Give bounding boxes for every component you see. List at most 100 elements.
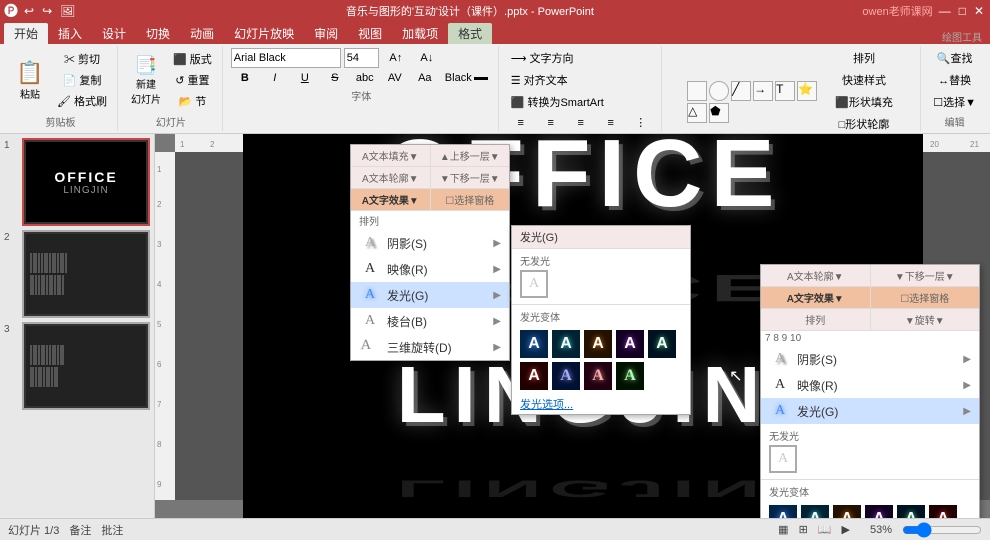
shape-line[interactable]: ╱ — [731, 81, 751, 101]
find-btn[interactable]: 🔍查找 — [929, 48, 980, 68]
glow-cyan[interactable]: A — [552, 330, 580, 358]
arrange-btn[interactable]: 排列 — [831, 48, 897, 68]
glow-options-link[interactable]: 发光选项... — [512, 394, 690, 414]
align-left-btn[interactable]: ≡ — [507, 114, 535, 131]
tab-view[interactable]: 视图 — [348, 23, 392, 44]
cut-btn[interactable]: ✂ 剪切 — [53, 49, 111, 69]
tab-transition[interactable]: 切换 — [136, 23, 180, 44]
select-pane-header[interactable]: ☐选择窗格 — [430, 189, 510, 210]
decrease-font-btn[interactable]: A↓ — [413, 50, 441, 66]
tab-format[interactable]: 格式 — [448, 23, 492, 44]
right-glow-blue[interactable]: A — [769, 505, 797, 518]
text-effects-header[interactable]: A文字效果▼ — [351, 189, 430, 210]
right-shadow-item[interactable]: A 阴影(S) ▶ — [761, 346, 979, 372]
glow-lightblue[interactable]: A — [552, 362, 580, 390]
right-rotate2-header[interactable]: ▼旋转▼ — [870, 309, 980, 330]
copy-btn[interactable]: 📄 复制 — [53, 70, 111, 90]
glow-red[interactable]: A — [520, 362, 548, 390]
maximize-btn[interactable]: □ — [957, 4, 968, 18]
charspace-btn[interactable]: AV — [381, 70, 409, 86]
tab-addins[interactable]: 加载项 — [392, 23, 448, 44]
increase-font-btn[interactable]: A↑ — [382, 50, 410, 66]
glow-green[interactable]: A — [648, 330, 676, 358]
qa-redo[interactable]: ↪ — [40, 4, 54, 18]
format-painter-btn[interactable]: 🖌 格式刷 — [53, 91, 111, 111]
font-name-input[interactable] — [231, 48, 341, 68]
bold-btn[interactable]: B — [231, 70, 259, 86]
view-reading[interactable]: 📖 — [818, 523, 832, 536]
comments-btn[interactable]: 批注 — [101, 522, 123, 538]
tab-slideshow[interactable]: 幻灯片放映 — [224, 23, 304, 44]
right-glow-orange[interactable]: A — [833, 505, 861, 518]
shape-rect[interactable] — [687, 81, 707, 101]
qa-btn3[interactable]: 🖼 — [58, 4, 77, 18]
smartart-btn[interactable]: ⬛ 转换为SmartArt — [507, 92, 608, 112]
3d-rotation-item[interactable]: A 三维旋转(D) ▶ — [351, 334, 509, 360]
new-slide-btn[interactable]: 📑 新建幻灯片 — [126, 52, 166, 109]
qa-undo[interactable]: ↩ — [22, 4, 36, 18]
text-direction-btn[interactable]: ⟶ 文字方向 — [507, 48, 578, 68]
right-no-glow-box[interactable]: A — [769, 445, 797, 473]
case-btn[interactable]: Aa — [411, 70, 439, 86]
glow-orange[interactable]: A — [584, 330, 612, 358]
view-sorter[interactable]: ⊞ — [799, 523, 808, 536]
shape-ellipse[interactable] — [709, 81, 729, 101]
right-rotate-header[interactable]: 排列 — [761, 309, 870, 330]
glow-blue[interactable]: A — [520, 330, 548, 358]
notes-btn[interactable]: 备注 — [69, 522, 91, 538]
bevel-item[interactable]: A 棱台(B) ▶ — [351, 308, 509, 334]
glow-lightgreen[interactable]: A — [616, 362, 644, 390]
reflection-item[interactable]: A 映像(R) ▶ — [351, 256, 509, 282]
view-normal[interactable]: ▦ — [778, 523, 788, 536]
slide-thumb-3[interactable] — [22, 322, 150, 410]
quick-styles-btn[interactable]: 快速样式 — [831, 70, 897, 90]
right-move-down-header[interactable]: ▼下移一层▼ — [870, 265, 980, 286]
layout-btn[interactable]: ⬛ 版式 — [169, 49, 216, 69]
glow-pink[interactable]: A — [584, 362, 612, 390]
font-color-btn[interactable]: Black — [441, 70, 492, 86]
shape-fill-btn[interactable]: ⬛形状填充 — [831, 92, 897, 112]
right-glow-item[interactable]: A 发光(G) ▶ — [761, 398, 979, 424]
no-glow-box[interactable]: A — [520, 270, 548, 298]
text-outline-header[interactable]: A文本轮廓▼ — [351, 167, 430, 188]
justify-btn[interactable]: ≡ — [597, 114, 625, 131]
move-down-header[interactable]: ▼下移一层▼ — [430, 167, 510, 188]
view-presenter[interactable]: ▶ — [842, 523, 850, 536]
right-glow-red[interactable]: A — [929, 505, 957, 518]
reset-btn[interactable]: ↺ 重置 — [169, 70, 216, 90]
shape-outline-btn[interactable]: □形状轮廓 — [831, 114, 897, 134]
right-select-pane-header[interactable]: ☐选择窗格 — [870, 287, 980, 308]
font-size-input[interactable] — [344, 48, 379, 68]
shape-misc2[interactable]: △ — [687, 103, 707, 123]
minimize-btn[interactable]: — — [937, 4, 953, 18]
right-reflection-item[interactable]: A 映像(R) ▶ — [761, 372, 979, 398]
right-glow-purple[interactable]: A — [865, 505, 893, 518]
right-glow-green[interactable]: A — [897, 505, 925, 518]
paste-btn[interactable]: 📋 粘贴 — [10, 57, 50, 104]
underline-btn[interactable]: U — [291, 70, 319, 86]
text-fill-header[interactable]: A文本填充▼ — [351, 145, 430, 166]
align-text-btn[interactable]: ☰ 对齐文本 — [507, 70, 572, 90]
tab-insert[interactable]: 插入 — [48, 23, 92, 44]
shadow-btn[interactable]: abc — [351, 70, 379, 86]
columns-btn[interactable]: ⋮ — [627, 114, 655, 131]
shape-arrow[interactable]: → — [753, 81, 773, 101]
slide-thumb-2[interactable] — [22, 230, 150, 318]
slide-thumb-1[interactable]: OFFICE LINGJIN — [22, 138, 150, 226]
shape-misc3[interactable]: ⬟ — [709, 103, 729, 123]
replace-btn[interactable]: ↔替换 — [929, 70, 980, 90]
section-btn[interactable]: 📂 节 — [169, 91, 216, 111]
tab-review[interactable]: 审阅 — [304, 23, 348, 44]
right-glow-cyan[interactable]: A — [801, 505, 829, 518]
shape-textbox[interactable]: T — [775, 81, 795, 101]
tab-start[interactable]: 开始 — [4, 23, 48, 44]
tab-design[interactable]: 设计 — [92, 23, 136, 44]
strikethrough-btn[interactable]: S — [321, 70, 349, 86]
move-up-header[interactable]: ▲上移一层▼ — [430, 145, 510, 166]
align-right-btn[interactable]: ≡ — [567, 114, 595, 131]
right-text-outline-header[interactable]: A文本轮廓▼ — [761, 265, 870, 286]
glow-item[interactable]: A 发光(G) ▶ 发光(G) 无发光 A — [351, 282, 509, 308]
align-center-btn[interactable]: ≡ — [537, 114, 565, 131]
right-text-effects-header[interactable]: A文字效果▼ — [761, 287, 870, 308]
close-btn[interactable]: ✕ — [972, 4, 986, 18]
